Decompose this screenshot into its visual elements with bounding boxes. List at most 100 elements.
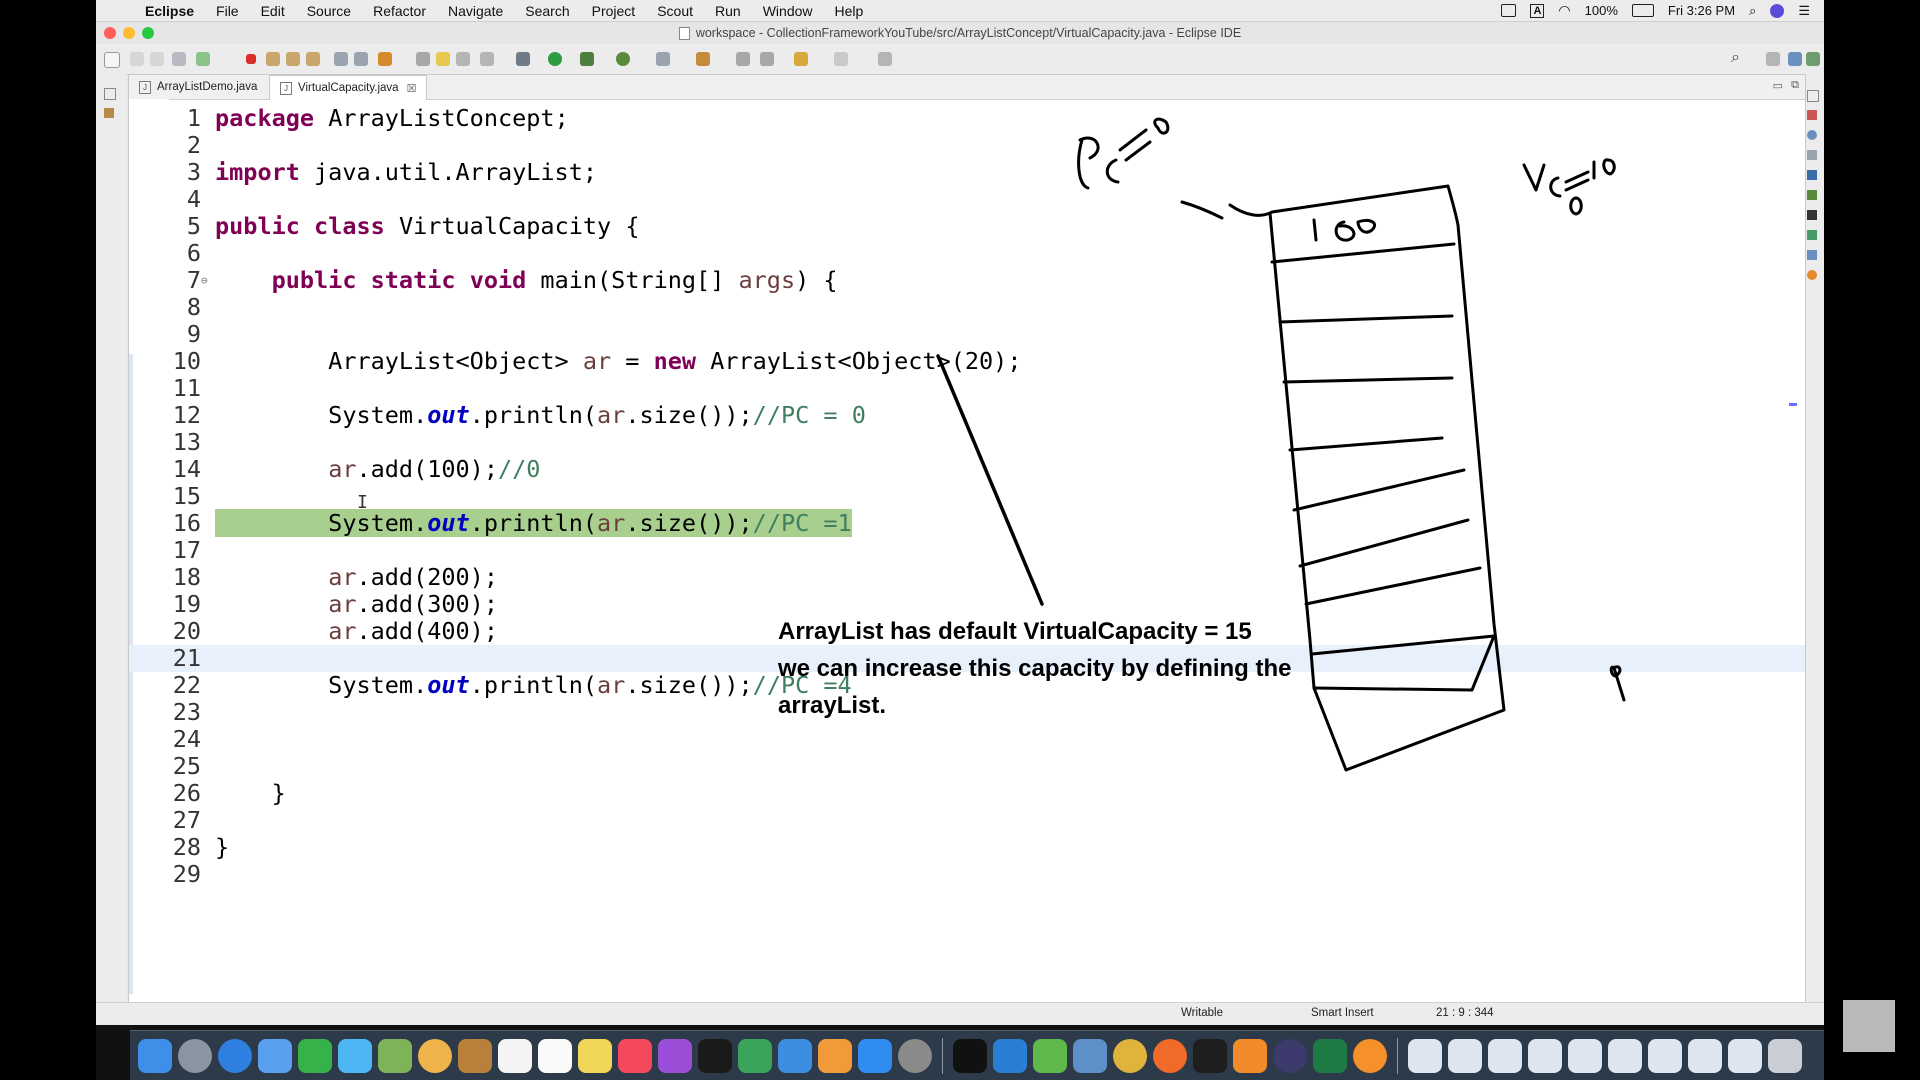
mail-icon[interactable]: [258, 1038, 292, 1073]
save-icon[interactable]: [130, 52, 144, 66]
resume-icon[interactable]: [196, 52, 210, 66]
toggle-word-wrap-icon[interactable]: [354, 52, 368, 66]
search-view-icon[interactable]: [1807, 250, 1817, 260]
debug-icon[interactable]: [516, 52, 530, 66]
terminal-icon[interactable]: [953, 1038, 987, 1073]
menubar-clock[interactable]: Fri 3:26 PM: [1668, 3, 1735, 18]
pages-icon[interactable]: [818, 1038, 852, 1073]
safari-icon[interactable]: [218, 1038, 252, 1073]
dock-folder-icon[interactable]: [1408, 1038, 1442, 1073]
tv-icon[interactable]: [698, 1038, 732, 1073]
pin-editor-icon[interactable]: [878, 52, 892, 66]
javadoc-icon[interactable]: [1807, 170, 1817, 180]
menu-scout[interactable]: Scout: [646, 3, 704, 19]
facetime-icon[interactable]: [298, 1038, 332, 1073]
sublime-icon[interactable]: [1233, 1038, 1267, 1073]
external-tools-icon[interactable]: [378, 52, 392, 66]
tab-arraylistdemo[interactable]: J ArrayListDemo.java: [129, 75, 279, 99]
menu-window[interactable]: Window: [752, 3, 824, 19]
maps-icon[interactable]: [378, 1038, 412, 1073]
show-whitespace-icon[interactable]: [480, 52, 494, 66]
save-all-icon[interactable]: [150, 52, 164, 66]
notification-center-icon[interactable]: ☰: [1798, 3, 1810, 19]
spotlight-search-icon[interactable]: ⌕: [1749, 3, 1756, 19]
minimize-window-icon[interactable]: [123, 27, 135, 39]
menu-help[interactable]: Help: [824, 3, 875, 19]
menu-search[interactable]: Search: [514, 3, 580, 19]
menu-app-eclipse[interactable]: Eclipse: [134, 3, 205, 19]
dock-folder-icon[interactable]: [1568, 1038, 1602, 1073]
dock-folder-icon[interactable]: [1448, 1038, 1482, 1073]
photos-icon[interactable]: [418, 1038, 452, 1073]
open-folder-icon[interactable]: [656, 52, 670, 66]
siri-icon[interactable]: [1770, 3, 1785, 18]
quick-access-search-icon[interactable]: ⌕: [1731, 49, 1740, 67]
dock-folder-icon[interactable]: [1488, 1038, 1522, 1073]
menu-project[interactable]: Project: [581, 3, 647, 19]
fold-icon[interactable]: ⊖: [201, 267, 208, 294]
new-icon[interactable]: [104, 52, 120, 68]
terminate-icon[interactable]: [246, 54, 256, 64]
codeblocks-icon[interactable]: [1033, 1038, 1067, 1073]
outline-icon[interactable]: [1807, 130, 1817, 140]
back-icon[interactable]: [794, 52, 808, 66]
menu-refactor[interactable]: Refactor: [362, 3, 437, 19]
asterisk-app-icon[interactable]: [1353, 1038, 1387, 1073]
dock-folder-icon[interactable]: [1688, 1038, 1722, 1073]
dock-folder-icon[interactable]: [1728, 1038, 1762, 1073]
podcasts-icon[interactable]: [658, 1038, 692, 1073]
postman-icon[interactable]: [1153, 1038, 1187, 1073]
declaration-icon[interactable]: [1807, 190, 1817, 200]
notes-icon[interactable]: [458, 1038, 492, 1073]
problems-icon[interactable]: [1807, 150, 1817, 160]
coverage-icon[interactable]: [580, 52, 594, 66]
java-perspective-icon[interactable]: [1788, 52, 1802, 66]
open-perspective-icon[interactable]: [1766, 52, 1780, 66]
run-icon[interactable]: [548, 52, 562, 66]
code-editor[interactable]: J ArrayListDemo.java J VirtualCapacity.j…: [128, 74, 1806, 1024]
zoom-window-icon[interactable]: [142, 27, 154, 39]
console-icon[interactable]: [1807, 210, 1817, 220]
forward-icon[interactable]: [834, 52, 848, 66]
activity-monitor-icon[interactable]: [1193, 1038, 1227, 1073]
close-window-icon[interactable]: [104, 27, 116, 39]
reminders-icon[interactable]: [538, 1038, 572, 1073]
app-store-icon[interactable]: [858, 1038, 892, 1073]
block-selection-icon[interactable]: [456, 52, 470, 66]
prev-annotation-icon[interactable]: [760, 52, 774, 66]
mark-occurrences-icon[interactable]: [416, 52, 430, 66]
menu-edit[interactable]: Edit: [250, 3, 296, 19]
menu-navigate[interactable]: Navigate: [437, 3, 514, 19]
eclipse-icon[interactable]: [1273, 1038, 1307, 1073]
dock-folder-icon[interactable]: [1528, 1038, 1562, 1073]
launchpad-icon[interactable]: [178, 1038, 212, 1073]
dock-folder-icon[interactable]: [1648, 1038, 1682, 1073]
restore-view-icon[interactable]: [104, 88, 116, 100]
next-annotation-icon[interactable]: [736, 52, 750, 66]
trash-icon[interactable]: [1768, 1038, 1802, 1073]
tab-virtualcapacity[interactable]: J VirtualCapacity.java ☒: [269, 75, 428, 100]
keynote-icon[interactable]: [778, 1038, 812, 1073]
package-explorer-icon[interactable]: [104, 108, 114, 118]
messages-icon[interactable]: [338, 1038, 372, 1073]
open-type-icon[interactable]: [172, 52, 186, 66]
finder-icon[interactable]: [138, 1038, 172, 1073]
progress-icon[interactable]: [1807, 230, 1817, 240]
preview-icon[interactable]: [1073, 1038, 1107, 1073]
error-log-icon[interactable]: [1807, 270, 1817, 280]
step-into-icon[interactable]: [266, 52, 280, 66]
music-icon[interactable]: [618, 1038, 652, 1073]
skip-breakpoints-icon[interactable]: [334, 52, 348, 66]
stickies-icon[interactable]: [578, 1038, 612, 1073]
new-class-icon[interactable]: [616, 52, 630, 66]
numbers-icon[interactable]: [738, 1038, 772, 1073]
task-list-icon[interactable]: [1807, 110, 1817, 120]
dock-folder-icon[interactable]: [1608, 1038, 1642, 1073]
step-over-icon[interactable]: [286, 52, 300, 66]
menu-file[interactable]: File: [205, 3, 250, 19]
system-preferences-icon[interactable]: [898, 1038, 932, 1073]
calendar-icon[interactable]: [498, 1038, 532, 1073]
excel-icon[interactable]: [1313, 1038, 1347, 1073]
vscode-icon[interactable]: [993, 1038, 1027, 1073]
menu-run[interactable]: Run: [704, 3, 752, 19]
